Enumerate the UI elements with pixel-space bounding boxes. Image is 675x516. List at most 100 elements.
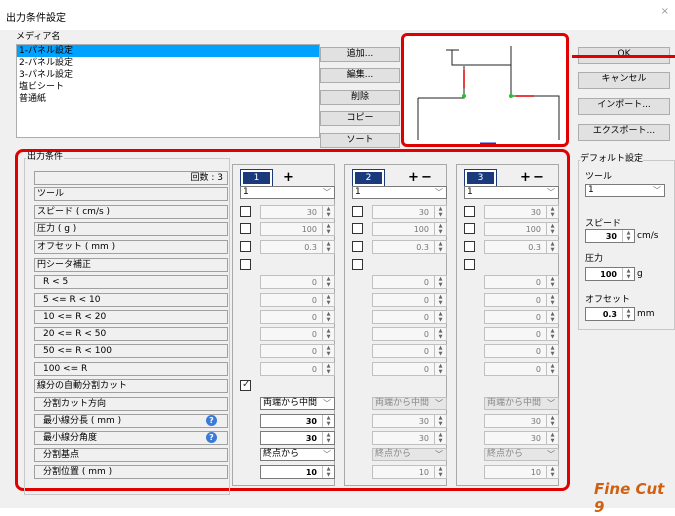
radius-input[interactable]: 0 ▲ ▼ — [484, 344, 559, 358]
spinner-arrows-icon[interactable]: ▲ ▼ — [546, 432, 558, 444]
spinner-arrows-icon[interactable]: ▲ ▼ — [322, 276, 334, 288]
tool-select[interactable]: 1 ﹀ — [352, 186, 447, 199]
spinner-arrows-icon[interactable]: ▲ ▼ — [434, 223, 446, 235]
split-base-select[interactable]: 終点から ﹀ — [260, 448, 335, 461]
spinner-arrows-icon[interactable]: ▲ ▼ — [322, 466, 334, 478]
minang-input[interactable]: 30 ▲ ▼ — [260, 431, 335, 445]
edit-button[interactable]: 編集... — [320, 68, 400, 83]
spinner-arrows-icon[interactable]: ▲ ▼ — [546, 328, 558, 340]
cancel-button[interactable]: キャンセル — [578, 72, 670, 89]
auto-split-checkbox[interactable] — [240, 379, 251, 391]
spinner-arrows-icon[interactable]: ▲ ▼ — [434, 241, 446, 253]
spinner-arrows-icon[interactable]: ▲ ▼ — [434, 466, 446, 478]
close-icon[interactable]: × — [661, 6, 669, 17]
spinner-arrows-icon[interactable]: ▲ ▼ — [546, 345, 558, 357]
sort-button[interactable]: ソート — [320, 133, 400, 148]
radius-input[interactable]: 0 ▲ ▼ — [372, 344, 447, 358]
circle-correction-checkbox[interactable] — [240, 259, 251, 270]
spinner-arrows-icon[interactable]: ▲ ▼ — [322, 432, 334, 444]
media-list-item[interactable]: 1-パネル設定 — [17, 45, 319, 57]
spinner-arrows-icon[interactable]: ▲ ▼ — [434, 415, 446, 427]
add-button[interactable]: 追加... — [320, 47, 400, 62]
spinner-arrows-icon[interactable]: ▲ ▼ — [322, 294, 334, 306]
offset-checkbox[interactable] — [240, 241, 251, 252]
radius-input[interactable]: 0 ▲ ▼ — [260, 310, 335, 324]
help-icon[interactable]: ? — [206, 415, 217, 426]
spinner-arrows-icon[interactable]: ▲ ▼ — [322, 311, 334, 323]
minang-input[interactable]: 30 ▲ ▼ — [372, 431, 447, 445]
split-base-select[interactable]: 終点から ﹀ — [484, 448, 559, 461]
pressure-checkbox[interactable] — [464, 223, 475, 234]
speed-input[interactable]: 30 ▲ ▼ — [260, 205, 335, 219]
radius-input[interactable]: 0 ▲ ▼ — [484, 293, 559, 307]
spinner-arrows-icon[interactable]: ▲ ▼ — [546, 311, 558, 323]
radius-input[interactable]: 0 ▲ ▼ — [372, 275, 447, 289]
spinner-arrows-icon[interactable]: ▲ ▼ — [434, 432, 446, 444]
radius-input[interactable]: 0 ▲ ▼ — [260, 344, 335, 358]
minlen-input[interactable]: 30 ▲ ▼ — [372, 414, 447, 428]
spinner-arrows-icon[interactable]: ▲ ▼ — [622, 268, 634, 280]
radius-input[interactable]: 0 ▲ ▼ — [372, 293, 447, 307]
spinner-arrows-icon[interactable]: ▲ ▼ — [622, 230, 634, 242]
pressure-checkbox[interactable] — [352, 223, 363, 234]
spinner-arrows-icon[interactable]: ▲ ▼ — [434, 363, 446, 375]
export-button[interactable]: エクスポート... — [578, 124, 670, 141]
add-pass-button[interactable]: + — [520, 171, 531, 185]
circle-correction-checkbox[interactable] — [464, 259, 475, 270]
spinner-arrows-icon[interactable]: ▲ ▼ — [546, 206, 558, 218]
spinner-arrows-icon[interactable]: ▲ ▼ — [546, 415, 558, 427]
media-list[interactable]: 1-パネル設定 2-パネル設定 3-パネル設定 塩ビシート 普通紙 — [16, 44, 320, 138]
add-pass-button[interactable]: + — [408, 171, 419, 185]
spinner-arrows-icon[interactable]: ▲ ▼ — [322, 363, 334, 375]
delete-button[interactable]: 削除 — [320, 90, 400, 105]
spinner-arrows-icon[interactable]: ▲ ▼ — [322, 328, 334, 340]
tool-select[interactable]: 1 ﹀ — [240, 186, 335, 199]
speed-checkbox[interactable] — [352, 206, 363, 217]
default-pressure-input[interactable]: 100 ▲ ▼ — [585, 267, 635, 281]
spinner-arrows-icon[interactable]: ▲ ▼ — [546, 276, 558, 288]
default-tool-select[interactable]: 1 ﹀ — [585, 184, 665, 197]
radius-input[interactable]: 0 ▲ ▼ — [484, 327, 559, 341]
spinner-arrows-icon[interactable]: ▲ ▼ — [322, 206, 334, 218]
offset-checkbox[interactable] — [464, 241, 475, 252]
offset-input[interactable]: 0.3 ▲ ▼ — [260, 240, 335, 254]
split-position-input[interactable]: 10 ▲ ▼ — [260, 465, 335, 479]
circle-correction-checkbox[interactable] — [352, 259, 363, 270]
split-position-input[interactable]: 10 ▲ ▼ — [372, 465, 447, 479]
pressure-input[interactable]: 100 ▲ ▼ — [372, 222, 447, 236]
spinner-arrows-icon[interactable]: ▲ ▼ — [546, 363, 558, 375]
help-icon[interactable]: ? — [206, 432, 217, 443]
pressure-checkbox[interactable] — [240, 223, 251, 234]
pressure-input[interactable]: 100 ▲ ▼ — [484, 222, 559, 236]
spinner-arrows-icon[interactable]: ▲ ▼ — [434, 294, 446, 306]
radius-input[interactable]: 0 ▲ ▼ — [260, 327, 335, 341]
split-direction-select[interactable]: 両端から中間 ﹀ — [260, 397, 335, 410]
radius-input[interactable]: 0 ▲ ▼ — [484, 362, 559, 376]
split-position-input[interactable]: 10 ▲ ▼ — [484, 465, 559, 479]
remove-pass-button[interactable]: − — [421, 171, 432, 185]
media-list-item[interactable]: 3-パネル設定 — [17, 69, 319, 81]
radius-input[interactable]: 0 ▲ ▼ — [484, 275, 559, 289]
spinner-arrows-icon[interactable]: ▲ ▼ — [546, 294, 558, 306]
spinner-arrows-icon[interactable]: ▲ ▼ — [434, 345, 446, 357]
spinner-arrows-icon[interactable]: ▲ ▼ — [546, 223, 558, 235]
minlen-input[interactable]: 30 ▲ ▼ — [484, 414, 559, 428]
speed-checkbox[interactable] — [464, 206, 475, 217]
split-direction-select[interactable]: 両端から中間 ﹀ — [484, 397, 559, 410]
radius-input[interactable]: 0 ▲ ▼ — [260, 293, 335, 307]
media-list-item[interactable]: 塩ビシート — [17, 81, 319, 93]
offset-input[interactable]: 0.3 ▲ ▼ — [372, 240, 447, 254]
radius-input[interactable]: 0 ▲ ▼ — [484, 310, 559, 324]
speed-input[interactable]: 30 ▲ ▼ — [484, 205, 559, 219]
default-offset-input[interactable]: 0.3 ▲ ▼ — [585, 307, 635, 321]
add-pass-button[interactable]: + — [283, 171, 294, 185]
radius-input[interactable]: 0 ▲ ▼ — [260, 362, 335, 376]
radius-input[interactable]: 0 ▲ ▼ — [372, 362, 447, 376]
spinner-arrows-icon[interactable]: ▲ ▼ — [434, 328, 446, 340]
media-list-item[interactable]: 普通紙 — [17, 93, 319, 105]
import-button[interactable]: インポート... — [578, 98, 670, 115]
spinner-arrows-icon[interactable]: ▲ ▼ — [434, 276, 446, 288]
remove-pass-button[interactable]: − — [533, 171, 544, 185]
offset-checkbox[interactable] — [352, 241, 363, 252]
radius-input[interactable]: 0 ▲ ▼ — [372, 327, 447, 341]
